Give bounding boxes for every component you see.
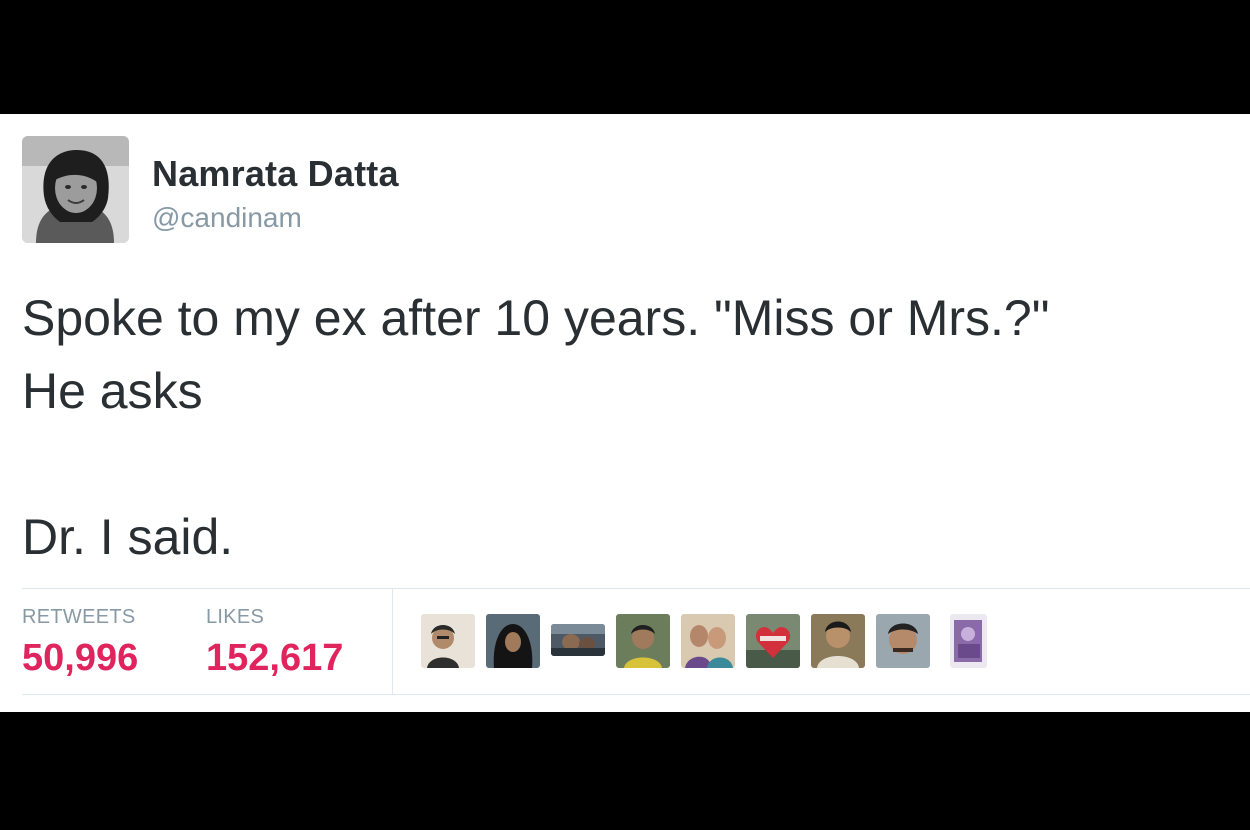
liker-avatar[interactable] [616, 614, 670, 668]
stats-divider-bottom [22, 694, 1250, 695]
liker-avatar[interactable] [421, 614, 475, 668]
liker-avatar-image [811, 614, 865, 668]
liker-avatar[interactable] [746, 614, 800, 668]
tweet-card: Namrata Datta @candinam Spoke to my ex a… [0, 114, 1250, 712]
liker-avatar-image [681, 614, 735, 668]
liker-avatar-image [486, 614, 540, 668]
tweet-text: Spoke to my ex after 10 years. "Miss or … [22, 282, 1222, 574]
retweets-count: 50,996 [22, 637, 139, 679]
liker-avatar[interactable] [876, 614, 930, 668]
stats-divider-top [22, 588, 1250, 589]
tweet-text-line: Spoke to my ex after 10 years. "Miss or … [22, 290, 1050, 346]
liker-avatar[interactable] [950, 614, 987, 668]
liker-avatar[interactable] [681, 614, 735, 668]
liker-avatar[interactable] [551, 624, 605, 656]
likes-label: LIKES [206, 606, 265, 628]
liker-avatar-image [950, 614, 987, 668]
liker-avatar-image [876, 614, 930, 668]
liker-avatar-image [746, 614, 800, 668]
likes-stat[interactable]: LIKES 152,617 [206, 606, 343, 680]
liker-avatar[interactable] [486, 614, 540, 668]
liker-avatar-image [421, 614, 475, 668]
liker-avatar-image [551, 624, 605, 656]
liker-avatar-image [616, 614, 670, 668]
tweet-text-line: He asks [22, 363, 203, 419]
stats-divider-vertical [392, 589, 393, 694]
retweets-stat[interactable]: RETWEETS 50,996 [22, 606, 138, 680]
author-name[interactable]: Namrata Datta [152, 153, 399, 195]
liker-avatar[interactable] [811, 614, 865, 668]
author-avatar-image [22, 136, 129, 243]
screenshot-frame: Namrata Datta @candinam Spoke to my ex a… [0, 0, 1250, 830]
tweet-text-spacer [22, 428, 1222, 501]
author-handle[interactable]: @candinam [152, 202, 302, 234]
retweets-label: RETWEETS [22, 606, 136, 628]
author-avatar[interactable] [22, 136, 129, 243]
likes-count: 152,617 [206, 637, 344, 679]
tweet-text-line: Dr. I said. [22, 509, 234, 565]
